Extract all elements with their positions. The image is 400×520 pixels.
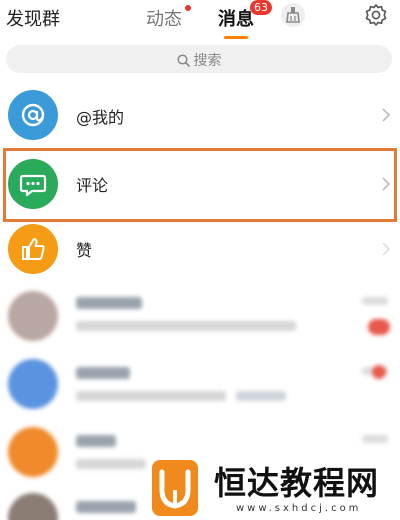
- messages-screen: 发现群 动态 消息 63 搜索 @我的 评论 赞 恒达教程网 www.sxhdc…: [0, 0, 400, 520]
- list-item: [76, 435, 116, 447]
- avatar: [8, 493, 58, 520]
- clear-unread-button[interactable]: [281, 3, 305, 27]
- tab-messages-label: 消息: [218, 9, 254, 30]
- search-inner: 搜索: [6, 50, 392, 70]
- tab-activity[interactable]: 动态: [146, 5, 191, 31]
- tab-activity-label: 动态: [146, 9, 182, 30]
- top-bar: 发现群 动态 消息 63: [0, 0, 400, 39]
- broom-icon: [286, 7, 300, 23]
- list-item: [362, 435, 388, 443]
- search-placeholder: 搜索: [193, 53, 222, 69]
- list-item: [76, 367, 130, 379]
- thumbs-up-icon: [8, 224, 58, 274]
- chevron-right-icon: [382, 242, 390, 256]
- search-bar[interactable]: 搜索: [6, 45, 392, 73]
- watermark-title: 恒达教程网: [214, 464, 380, 502]
- list-item: [236, 391, 286, 401]
- avatar: [8, 359, 58, 409]
- list-item: [372, 365, 386, 379]
- avatar: [8, 427, 58, 477]
- list-item: [76, 391, 226, 401]
- messages-count-badge: 63: [250, 0, 272, 15]
- watermark-logo: [152, 460, 198, 516]
- avatar: [8, 291, 58, 341]
- active-tab-underline: [224, 36, 248, 39]
- row-likes-label: 赞: [76, 241, 93, 260]
- watermark-url: www.sxhdcj.com: [236, 503, 362, 514]
- search-icon: [176, 54, 190, 67]
- at-icon: [8, 90, 58, 140]
- list-item: [76, 459, 146, 469]
- activity-unread-dot: [185, 5, 191, 11]
- list-item: [76, 501, 136, 513]
- row-mentions[interactable]: @我的: [0, 84, 400, 148]
- chevron-right-icon: [382, 108, 390, 122]
- tab-messages[interactable]: 消息: [218, 5, 254, 39]
- list-item: [362, 297, 388, 305]
- row-mentions-label: @我的: [76, 108, 125, 127]
- row-likes[interactable]: 赞: [0, 218, 400, 282]
- discover-groups-link[interactable]: 发现群: [6, 5, 60, 31]
- highlight-box: [3, 148, 397, 222]
- settings-gear-icon[interactable]: [364, 3, 388, 27]
- list-item: [76, 321, 296, 331]
- list-item: [76, 297, 142, 309]
- list-item: [368, 319, 390, 335]
